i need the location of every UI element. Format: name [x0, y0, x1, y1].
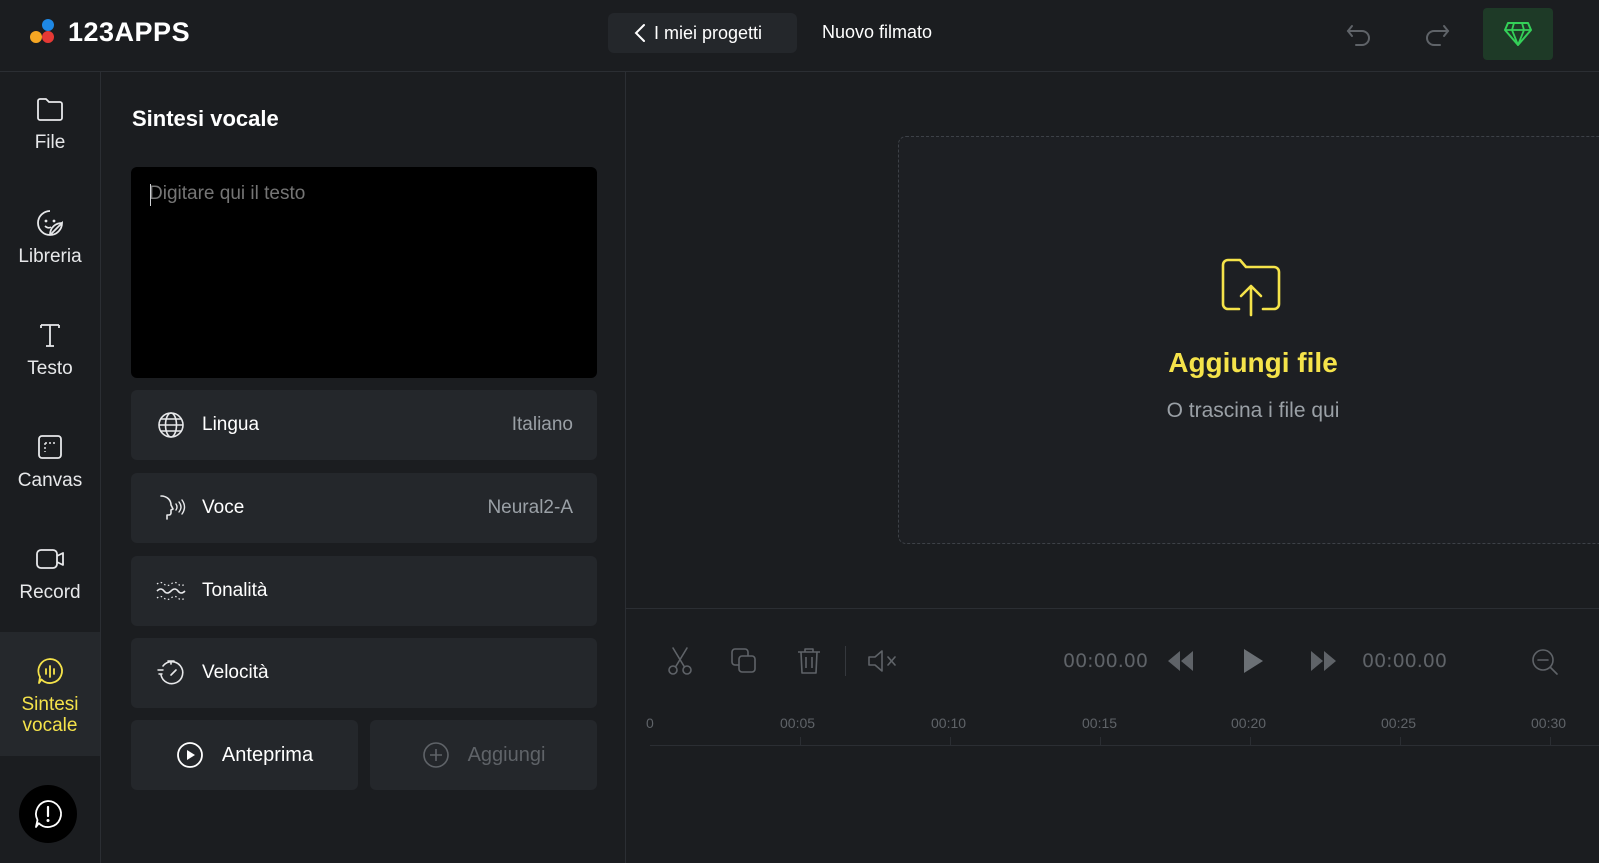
mute-icon[interactable] [865, 645, 899, 677]
ruler-tick [1550, 737, 1551, 745]
timeline-divider [626, 608, 1599, 609]
preview-button[interactable]: Anteprima [131, 720, 358, 790]
diamond-icon [1504, 21, 1532, 47]
add-label: Aggiungi [467, 743, 546, 766]
canvas-icon [35, 432, 65, 462]
option-tonalita[interactable]: Tonalità [131, 556, 597, 626]
tick-label: 00:25 [1381, 715, 1417, 731]
play-circle-icon [176, 741, 204, 769]
app-logo[interactable]: 123APPS [30, 16, 190, 48]
globe-icon [155, 409, 187, 441]
sidebar-label-canvas: Canvas [17, 470, 83, 491]
option-label-velocita: Velocità [202, 662, 269, 683]
premium-button[interactable] [1483, 8, 1553, 60]
top-bar: 123APPS I miei progetti Nuovo filmato [0, 0, 1599, 72]
tick-label: 00:10 [931, 715, 967, 731]
timeline-ruler[interactable] [650, 745, 1599, 746]
option-value-voce: Neural2-A [487, 497, 573, 518]
option-value-lingua: Italiano [511, 414, 573, 435]
drop-title: Aggiungi file [1168, 347, 1338, 378]
play-icon[interactable] [1240, 646, 1266, 676]
chevron-left-icon [634, 23, 646, 43]
tick-label: 00:30 [1531, 715, 1567, 731]
plus-circle-icon [422, 741, 450, 769]
option-voce[interactable]: Voce Neural2-A [131, 473, 597, 543]
ruler-tick [800, 737, 801, 745]
trash-icon[interactable] [795, 645, 823, 677]
undo-icon[interactable] [1344, 18, 1374, 48]
sidebar-label-libreria: Libreria [18, 246, 82, 267]
fast-forward-icon[interactable] [1308, 648, 1338, 674]
option-lingua[interactable]: Lingua Italiano [131, 390, 597, 460]
option-velocita[interactable]: Velocità [131, 638, 597, 708]
sidebar-label-line1: Sintesi [21, 694, 79, 715]
sidebar-item-sintesi-vocale[interactable]: Sintesi vocale [0, 632, 100, 756]
logo-text: 123APPS [68, 16, 191, 47]
scissors-icon[interactable] [665, 645, 695, 677]
add-button[interactable]: Aggiungi [370, 720, 597, 790]
sidebar-item-testo[interactable]: Testo [0, 320, 100, 379]
ruler-tick [1250, 737, 1251, 745]
panel-title: Sintesi vocale [132, 106, 279, 131]
ruler-tick [950, 737, 951, 745]
preview-label: Anteprima [221, 743, 314, 766]
camera-icon [34, 544, 66, 574]
logo-mark [30, 17, 60, 47]
tick-label: 00:05 [780, 715, 816, 731]
file-drop-zone[interactable]: Aggiungi file O trascina i file qui [898, 136, 1599, 544]
voice-speaking-icon [155, 492, 187, 524]
sidebar-label-record: Record [19, 582, 81, 603]
current-time: 00:00.00 [1063, 650, 1148, 672]
sidebar-label-sintesi: Sintesi vocale [21, 694, 78, 736]
tick-label: 00:20 [1231, 715, 1267, 731]
tick-label: 00:15 [1082, 715, 1118, 731]
sticker-icon [35, 208, 65, 238]
toolbar-separator [845, 646, 846, 676]
sidebar-label-file: File [34, 132, 66, 153]
tts-panel: Sintesi vocale Lingua Italiano Voce Neur… [101, 72, 626, 863]
text-caret [150, 184, 151, 206]
zoom-out-icon[interactable] [1530, 645, 1560, 677]
redo-icon[interactable] [1422, 18, 1452, 48]
folder-upload-icon [1219, 257, 1283, 317]
option-label-tonalita: Tonalità [202, 580, 268, 601]
sidebar-item-canvas[interactable]: Canvas [0, 432, 100, 491]
sidebar-item-libreria[interactable]: Libreria [0, 208, 100, 267]
sidebar-label-line2: vocale [22, 715, 78, 736]
voice-icon [35, 656, 65, 686]
my-projects-label: I miei progetti [654, 22, 763, 43]
timer-icon [155, 657, 187, 689]
left-sidebar: File Libreria Testo Canvas Record Sintes… [0, 72, 101, 863]
folder-icon [35, 96, 65, 124]
rewind-icon[interactable] [1166, 648, 1196, 674]
my-projects-button[interactable]: I miei progetti [608, 13, 797, 53]
duplicate-icon[interactable] [729, 645, 759, 677]
project-title[interactable]: Nuovo filmato [822, 22, 932, 43]
sidebar-item-record[interactable]: Record [0, 544, 100, 603]
option-label-voce: Voce [202, 497, 245, 518]
sidebar-item-file[interactable]: File [0, 96, 100, 153]
total-time: 00:00.00 [1362, 650, 1447, 672]
waves-icon [155, 575, 187, 607]
text-icon [35, 320, 65, 350]
drop-subtitle: O trascina i file qui [1166, 399, 1340, 422]
help-button[interactable] [19, 785, 77, 843]
ruler-tick [1100, 737, 1101, 745]
tts-text-input[interactable] [131, 167, 597, 378]
option-label-lingua: Lingua [202, 414, 260, 435]
tick-label: 0 [646, 715, 654, 731]
ruler-tick [1400, 737, 1401, 745]
sidebar-label-testo: Testo [27, 358, 73, 379]
feedback-icon [32, 798, 64, 830]
